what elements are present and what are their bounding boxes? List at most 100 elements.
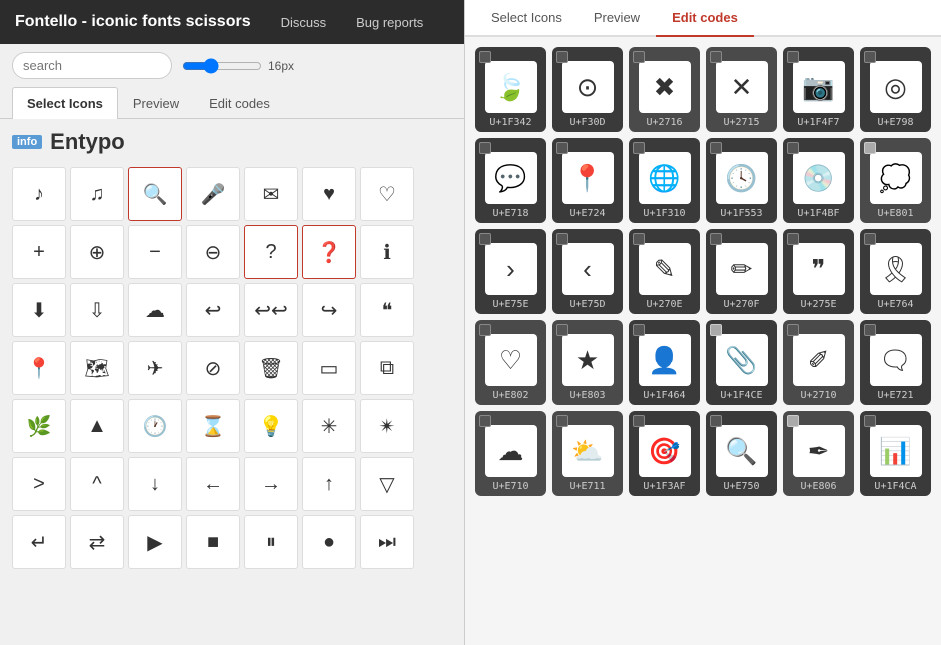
icon-card[interactable]: 💬U+E718 (475, 138, 546, 223)
icon-card[interactable]: ›U+E75E (475, 229, 546, 314)
icon-card[interactable]: ⊙U+F30D (552, 47, 623, 132)
icon-card[interactable]: ✎U+270E (629, 229, 700, 314)
card-checkbox[interactable] (633, 142, 645, 154)
icon-cell[interactable]: ▲ (70, 399, 124, 453)
icon-card[interactable]: 📍U+E724 (552, 138, 623, 223)
card-checkbox[interactable] (710, 324, 722, 336)
tab-edit-codes[interactable]: Edit codes (194, 87, 285, 119)
card-checkbox[interactable] (556, 415, 568, 427)
icon-cell[interactable]: ✈ (128, 341, 182, 395)
icon-cell[interactable]: ⊘ (186, 341, 240, 395)
icon-cell[interactable]: ❓ (302, 225, 356, 279)
card-checkbox[interactable] (864, 324, 876, 336)
icon-cell[interactable]: ▭ (302, 341, 356, 395)
icon-cell[interactable]: ⇩ (70, 283, 124, 337)
icon-cell[interactable]: ↩↩ (244, 283, 298, 337)
tab-preview[interactable]: Preview (118, 87, 194, 119)
card-checkbox[interactable] (710, 415, 722, 427)
card-checkbox[interactable] (787, 324, 799, 336)
card-checkbox[interactable] (479, 324, 491, 336)
card-checkbox[interactable] (710, 51, 722, 63)
icon-cell[interactable]: ⬇ (12, 283, 66, 337)
icon-card[interactable]: 🍃U+1F342 (475, 47, 546, 132)
tab-select-icons[interactable]: Select Icons (12, 87, 118, 119)
icon-cell[interactable]: ✳ (302, 399, 356, 453)
icon-card[interactable]: ◎U+E798 (860, 47, 931, 132)
icon-cell[interactable]: 🌿 (12, 399, 66, 453)
icon-card[interactable]: 📊U+1F4CA (860, 411, 931, 496)
card-checkbox[interactable] (556, 142, 568, 154)
icon-card[interactable]: 🗨U+E721 (860, 320, 931, 405)
icon-cell[interactable]: ⧉ (360, 341, 414, 395)
card-checkbox[interactable] (864, 415, 876, 427)
icon-cell[interactable]: ↩ (186, 283, 240, 337)
icon-cell[interactable]: 🗺 (70, 341, 124, 395)
icon-card[interactable]: ⛅U+E711 (552, 411, 623, 496)
card-checkbox[interactable] (479, 142, 491, 154)
bug-reports-link[interactable]: Bug reports (356, 15, 423, 30)
icon-cell[interactable]: 📍 (12, 341, 66, 395)
icon-cell[interactable]: 💡 (244, 399, 298, 453)
icon-cell[interactable]: ← (186, 457, 240, 511)
icon-cell[interactable]: ● (302, 515, 356, 569)
icon-cell[interactable]: ? (244, 225, 298, 279)
card-checkbox[interactable] (633, 233, 645, 245)
right-tab-preview[interactable]: Preview (578, 0, 656, 37)
card-checkbox[interactable] (787, 51, 799, 63)
size-slider[interactable] (182, 58, 262, 74)
card-checkbox[interactable] (556, 51, 568, 63)
icon-card[interactable]: ♡U+E802 (475, 320, 546, 405)
icon-cell[interactable]: ■ (186, 515, 240, 569)
card-checkbox[interactable] (787, 142, 799, 154)
icon-card[interactable]: 🌐U+1F310 (629, 138, 700, 223)
card-checkbox[interactable] (479, 233, 491, 245)
icon-card[interactable]: 👤U+1F464 (629, 320, 700, 405)
icon-card[interactable]: 🎯U+1F3AF (629, 411, 700, 496)
icon-cell[interactable]: ⏭ (360, 515, 414, 569)
right-tab-edit-codes[interactable]: Edit codes (656, 0, 754, 37)
card-checkbox[interactable] (787, 415, 799, 427)
icon-cell[interactable]: ♪ (12, 167, 66, 221)
icon-cell[interactable]: ▶ (128, 515, 182, 569)
icon-card[interactable]: ✕U+2715 (706, 47, 777, 132)
icon-cell[interactable]: ❝ (360, 283, 414, 337)
icon-cell[interactable]: 🕐 (128, 399, 182, 453)
icon-cell[interactable]: 🗑 (244, 341, 298, 395)
icon-card[interactable]: 📷U+1F4F7 (783, 47, 854, 132)
icon-cell[interactable]: ♥ (302, 167, 356, 221)
icon-cell[interactable]: ⊕ (70, 225, 124, 279)
card-checkbox[interactable] (864, 51, 876, 63)
card-checkbox[interactable] (479, 51, 491, 63)
icon-card[interactable]: 🔍U+E750 (706, 411, 777, 496)
icon-cell[interactable]: ⏸ (244, 515, 298, 569)
card-checkbox[interactable] (710, 233, 722, 245)
icon-cell[interactable]: ☁ (128, 283, 182, 337)
icon-cell[interactable]: 🎤 (186, 167, 240, 221)
icon-cell[interactable]: ↵ (12, 515, 66, 569)
card-checkbox[interactable] (556, 233, 568, 245)
icon-cell[interactable]: ↓ (128, 457, 182, 511)
card-checkbox[interactable] (479, 415, 491, 427)
icon-cell[interactable]: ℹ (360, 225, 414, 279)
icon-card[interactable]: 🎗U+E764 (860, 229, 931, 314)
icon-cell[interactable]: ♫ (70, 167, 124, 221)
icon-card[interactable]: ❞U+275E (783, 229, 854, 314)
icon-cell[interactable]: ♡ (360, 167, 414, 221)
icon-cell[interactable]: 🔍 (128, 167, 182, 221)
icon-cell[interactable]: ✉ (244, 167, 298, 221)
icon-cell[interactable]: ⌛ (186, 399, 240, 453)
card-checkbox[interactable] (556, 324, 568, 336)
icon-card[interactable]: ☁U+E710 (475, 411, 546, 496)
icon-cell[interactable]: + (12, 225, 66, 279)
icon-card[interactable]: 📎U+1F4CE (706, 320, 777, 405)
icon-card[interactable]: 💭U+E801 (860, 138, 931, 223)
card-checkbox[interactable] (710, 142, 722, 154)
icon-cell[interactable]: ✴ (360, 399, 414, 453)
icon-cell[interactable]: ^ (70, 457, 124, 511)
card-checkbox[interactable] (633, 51, 645, 63)
icon-card[interactable]: ✖U+2716 (629, 47, 700, 132)
icon-cell[interactable]: ▽ (360, 457, 414, 511)
discuss-link[interactable]: Discuss (281, 15, 327, 30)
icon-cell[interactable]: − (128, 225, 182, 279)
card-checkbox[interactable] (633, 415, 645, 427)
